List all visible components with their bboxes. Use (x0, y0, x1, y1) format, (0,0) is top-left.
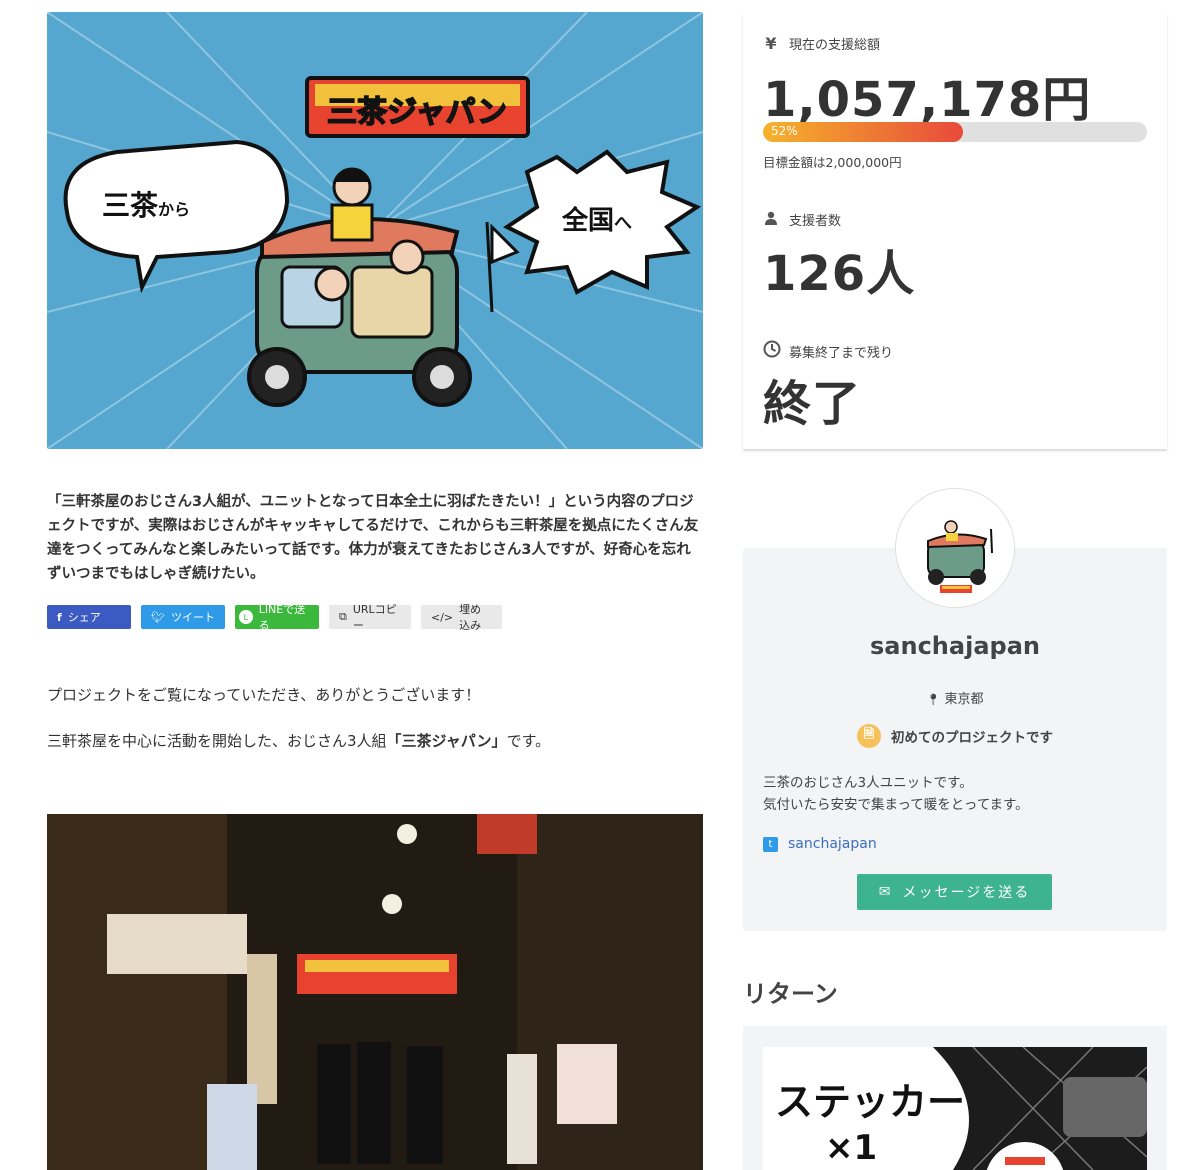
owner-avatar[interactable] (895, 488, 1015, 608)
copy-icon: ⧉ (339, 610, 347, 623)
svg-text:×1: ×1 (825, 1128, 877, 1168)
bubble-left-text: 三茶から (102, 189, 191, 222)
svg-text:ステッカー: ステッカー (775, 1080, 965, 1124)
return-item-image: ステッカー ×1 (763, 1047, 1147, 1170)
document-icon: 🗎︎ (857, 724, 881, 748)
owner-name[interactable]: sanchajapan (743, 632, 1167, 660)
facebook-icon: f (57, 610, 62, 624)
sancha-japan-logo: 三茶ジャパン (305, 72, 530, 142)
remaining-time-label: 募集終了まで残り (763, 340, 893, 362)
owner-twitter-link[interactable]: t sanchajapan (763, 836, 877, 852)
embed-button[interactable]: </> 埋め込み (421, 603, 502, 632)
total-funding-label: ¥ 現在の支援総額 (763, 34, 880, 53)
envelope-icon: ✉︎ (878, 884, 893, 900)
remaining-time-value: 終了 (763, 376, 862, 432)
yen-icon: ¥ (765, 34, 777, 53)
supporters-value: 126人 (763, 246, 916, 302)
project-hero-image: 三茶ジャパン 三茶から 全国へ (47, 12, 703, 449)
funding-stats-card: ¥ 現在の支援総額 1,057,178円 52% 目標金額は2,000,000円… (743, 12, 1167, 449)
send-message-button[interactable]: ✉︎ メッセージを送る (857, 874, 1052, 910)
map-pin-icon: 📍︎ (926, 693, 941, 706)
body-paragraph-1: プロジェクトをご覧になっていただき、ありがとうございます！ (47, 686, 481, 704)
line-share-button[interactable]: L LINEで送る (235, 603, 319, 632)
funding-progress-bar: 52% (763, 122, 1147, 142)
url-copy-button[interactable]: ⧉ URLコピー (329, 603, 411, 632)
clock-icon (763, 340, 781, 362)
project-lead-text: 「三軒茶屋のおじさん3人組が、ユニットとなって日本全土に羽ばたきたい！」という内… (47, 494, 699, 582)
line-icon: L (239, 610, 253, 624)
owner-location: 📍︎ 東京都 (926, 692, 984, 707)
code-icon: </> (431, 610, 454, 624)
supporters-label: 支援者数 (763, 210, 841, 229)
return-item-card[interactable]: ステッカー ×1 (743, 1026, 1167, 1170)
progress-percent: 52% (771, 124, 798, 138)
first-project-badge: 🗎︎ 初めてのプロジェクトです (743, 724, 1167, 748)
twitter-share-button[interactable]: 🐦︎ ツイート (141, 605, 225, 629)
bubble-right-text: 全国へ (562, 206, 633, 236)
owner-bio: 三茶のおじさん3人ユニットです。 気付いたら安安で集まって暖をとってます。 (763, 775, 1029, 813)
facebook-share-button[interactable]: f シェア (47, 605, 131, 629)
twitter-bird-icon: 🐦︎ (151, 610, 165, 624)
goal-amount: 目標金額は2,000,000円 (763, 155, 902, 170)
svg-text:三茶ジャパン: 三茶ジャパン (327, 95, 507, 130)
project-photo (47, 814, 703, 1170)
returns-heading: リターン (743, 980, 838, 1008)
body-paragraph-2: 三軒茶屋を中心に活動を開始した、おじさん3人組「三茶ジャパン」です。 (47, 732, 551, 750)
twitter-icon: t (763, 836, 778, 852)
share-buttons: f シェア 🐦︎ ツイート L LINEで送る ⧉ URLコピー </> 埋め込… (47, 603, 502, 632)
total-funding-value: 1,057,178円 (763, 72, 1092, 128)
user-icon (763, 210, 779, 229)
